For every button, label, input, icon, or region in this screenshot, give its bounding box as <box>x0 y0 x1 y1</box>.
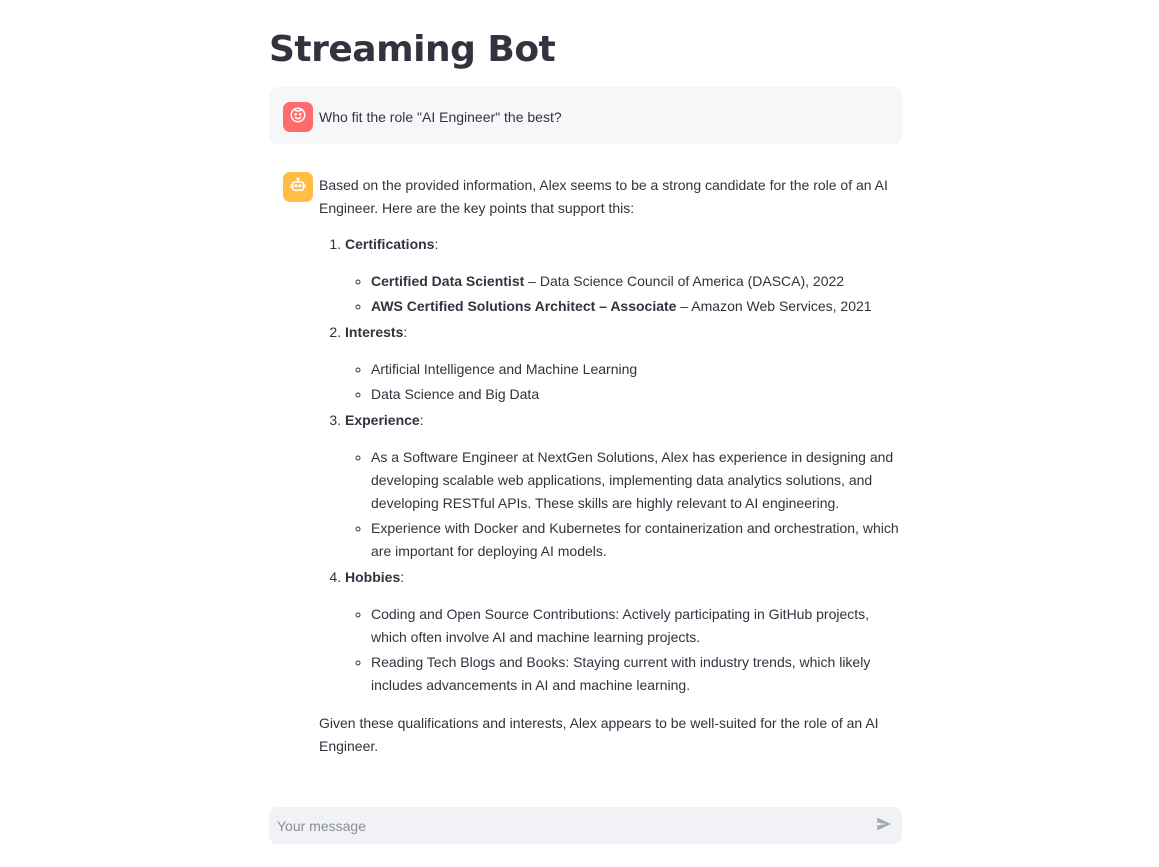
chat-input-bar <box>269 807 902 844</box>
bullet-list: As a Software Engineer at NextGen Soluti… <box>345 446 899 563</box>
section-heading: Certifications <box>345 236 435 252</box>
item-bold: Certified Data Scientist <box>371 273 525 289</box>
user-message-text: Who fit the role "AI Engineer" the best? <box>319 109 562 125</box>
section-heading: Hobbies <box>345 569 401 585</box>
section-experience: Experience: As a Software Engineer at Ne… <box>345 409 899 563</box>
user-avatar <box>283 102 313 132</box>
app-page: Streaming Bot Who fit the role "AI Engin… <box>0 0 1159 867</box>
bullet-list: Coding and Open Source Contributions: Ac… <box>345 603 899 697</box>
item-bold: AWS Certified Solutions Architect – Asso… <box>371 298 677 314</box>
list-item: AWS Certified Solutions Architect – Asso… <box>371 295 899 318</box>
list-item: Data Science and Big Data <box>371 383 899 406</box>
item-text: – Amazon Web Services, 2021 <box>676 298 872 314</box>
bullet-list: Artificial Intelligence and Machine Lear… <box>345 358 899 406</box>
list-item: Reading Tech Blogs and Books: Staying cu… <box>371 651 899 697</box>
list-item: Artificial Intelligence and Machine Lear… <box>371 358 899 381</box>
assistant-intro: Based on the provided information, Alex … <box>319 177 888 216</box>
item-text: Experience with Docker and Kubernetes fo… <box>371 520 899 559</box>
item-text: Data Science and Big Data <box>371 386 540 402</box>
item-text: Coding and Open Source Contributions: Ac… <box>371 606 870 645</box>
send-icon <box>875 815 893 838</box>
section-interests: Interests: Artificial Intelligence and M… <box>345 321 899 406</box>
chat-message-input[interactable] <box>277 807 857 844</box>
page-title: Streaming Bot <box>269 29 556 70</box>
key-points-list: Certifications: Certified Data Scientist… <box>319 233 899 697</box>
assistant-avatar <box>283 172 313 202</box>
list-item: Coding and Open Source Contributions: Ac… <box>371 603 899 649</box>
item-text: As a Software Engineer at NextGen Soluti… <box>371 449 894 511</box>
section-hobbies: Hobbies: Coding and Open Source Contribu… <box>345 566 899 697</box>
list-item: Certified Data Scientist – Data Science … <box>371 270 899 293</box>
send-button[interactable] <box>872 814 896 838</box>
user-chat-message: Who fit the role "AI Engineer" the best? <box>269 87 902 144</box>
item-text: – Data Science Council of America (DASCA… <box>524 273 845 289</box>
section-heading: Interests <box>345 324 404 340</box>
item-text: Artificial Intelligence and Machine Lear… <box>371 361 638 377</box>
smiley-face-icon <box>289 106 307 129</box>
item-text: Reading Tech Blogs and Books: Staying cu… <box>371 654 871 693</box>
list-item: As a Software Engineer at NextGen Soluti… <box>371 446 899 515</box>
robot-icon <box>289 176 307 199</box>
assistant-closing: Given these qualifications and interests… <box>319 715 879 754</box>
section-heading: Experience <box>345 412 420 428</box>
section-certifications: Certifications: Certified Data Scientist… <box>345 233 899 318</box>
bullet-list: Certified Data Scientist – Data Science … <box>345 270 899 318</box>
assistant-message-content: Based on the provided information, Alex … <box>319 174 899 758</box>
list-item: Experience with Docker and Kubernetes fo… <box>371 517 899 563</box>
